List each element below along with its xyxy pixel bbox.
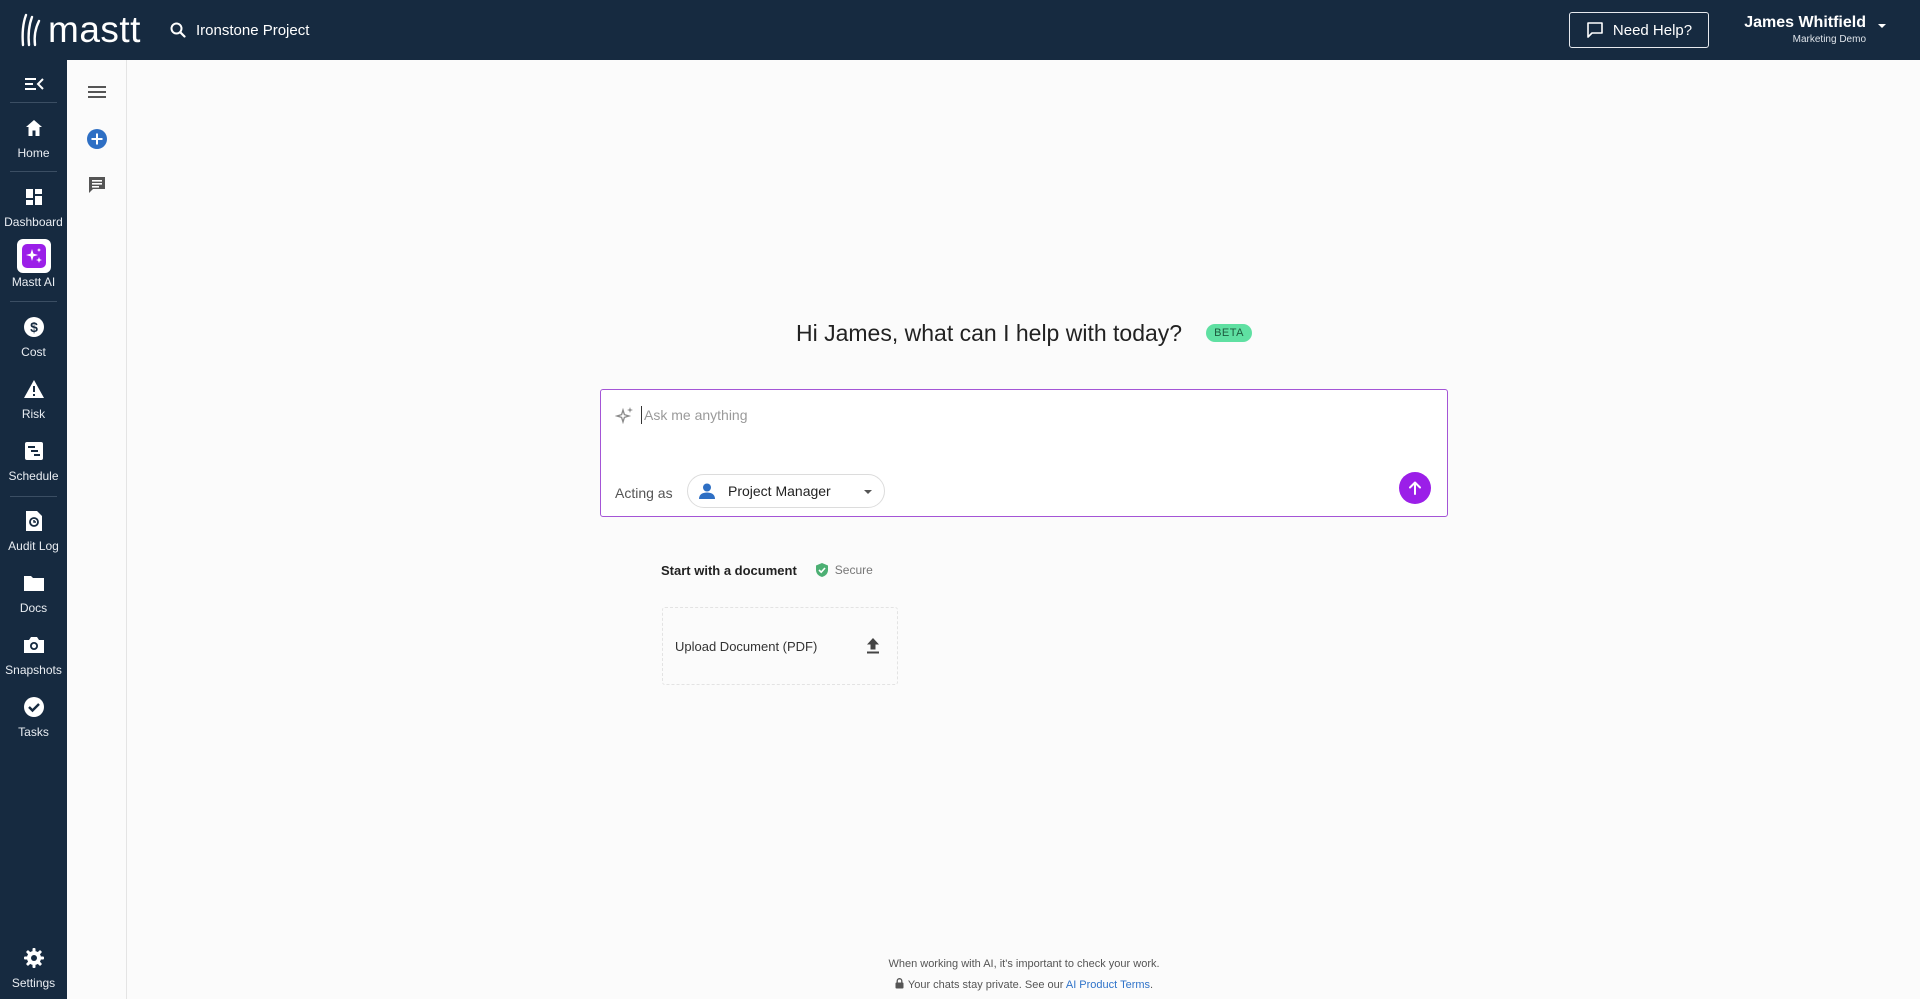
ai-disclaimer: When working with AI, it's important to … (770, 954, 1278, 996)
greeting: Hi James, what can I help with today? BE… (796, 318, 1253, 348)
chat-bubble-icon (1587, 22, 1603, 38)
secure-label: Secure (834, 563, 873, 577)
chat-input-box: Acting as Project Manager (600, 389, 1448, 517)
new-chat-button[interactable] (85, 127, 109, 151)
sidebar: Home Dashboard Mastt AI $ Cost Risk Sche… (0, 60, 67, 999)
sidebar-item-settings[interactable]: Settings (0, 941, 67, 999)
sidebar-divider (10, 171, 57, 172)
acting-as-label: Acting as (615, 485, 673, 501)
send-button[interactable] (1399, 472, 1431, 504)
arrow-up-icon (1409, 481, 1421, 495)
person-icon (699, 483, 715, 499)
chat-history-button[interactable] (85, 173, 109, 197)
privacy-line: Your chats stay private. See our AI Prod… (770, 975, 1278, 996)
top-bar: mastt Ironstone Project Need Help? James… (0, 0, 1920, 60)
sidebar-item-label: Mastt AI (11, 275, 56, 289)
upload-icon (867, 638, 879, 654)
sidebar-item-snapshots[interactable]: Snapshots (0, 628, 67, 686)
document-section-heading: Start with a document Secure (661, 562, 873, 578)
sidebar-item-tasks[interactable]: Tasks (0, 690, 67, 748)
sidebar-item-label: Cost (21, 345, 46, 359)
gear-icon (22, 946, 46, 970)
user-menu[interactable]: James Whitfield Marketing Demo (1738, 14, 1888, 48)
home-icon (22, 116, 46, 140)
sidebar-item-home[interactable]: Home (0, 111, 67, 169)
disclaimer-line: When working with AI, it's important to … (888, 958, 1160, 970)
sidebar-item-label: Schedule (8, 469, 59, 483)
svg-text:$: $ (30, 319, 38, 335)
menu-collapse-icon (25, 78, 44, 90)
sidebar-divider (10, 102, 57, 103)
dashboard-icon (22, 185, 46, 209)
check-circle-icon (22, 695, 46, 719)
need-help-label: Need Help? (1612, 21, 1693, 39)
message-icon (89, 177, 105, 193)
sparkle-icon (615, 407, 633, 424)
sidebar-item-label: Snapshots (5, 663, 62, 677)
sidebar-item-label: Tasks (18, 725, 49, 739)
sidebar-item-cost[interactable]: $ Cost (0, 310, 67, 368)
sidebar-item-label: Home (17, 146, 50, 160)
doc-heading: Start with a document (661, 562, 797, 578)
secure-indicator: Secure (815, 562, 873, 578)
sparkle-icon (16, 239, 51, 273)
sidebar-item-mastt-ai[interactable]: Mastt AI (0, 239, 67, 297)
sidebar-item-audit-log[interactable]: Audit Log (0, 504, 67, 562)
upload-document-button[interactable]: Upload Document (PDF) (662, 607, 898, 685)
need-help-button[interactable]: Need Help? (1569, 12, 1709, 48)
mastt-logo[interactable]: mastt (20, 8, 141, 52)
shield-check-icon (815, 563, 828, 577)
project-search[interactable]: Ironstone Project (170, 16, 309, 44)
sidebar-item-docs[interactable]: Docs (0, 566, 67, 624)
sidebar-divider (10, 496, 57, 497)
role-selected: Project Manager (728, 483, 831, 499)
folder-icon (22, 571, 46, 595)
logo-text: mastt (48, 9, 141, 50)
greeting-text: Hi James, what can I help with today? (796, 319, 1183, 346)
sidebar-item-risk[interactable]: Risk (0, 372, 67, 430)
search-icon (170, 22, 186, 38)
ask-input[interactable] (641, 406, 1381, 424)
sidebar-item-label: Settings (11, 976, 56, 990)
user-name: James Whitfield (1744, 14, 1866, 31)
sidebar-divider (10, 301, 57, 302)
hamburger-icon (88, 86, 106, 98)
sidebar-item-label: Docs (19, 601, 48, 615)
beta-badge: BETA (1206, 324, 1253, 342)
schedule-icon (22, 439, 46, 463)
role-select[interactable]: Project Manager (687, 474, 885, 508)
sidebar-item-dashboard[interactable]: Dashboard (0, 180, 67, 238)
sidebar-item-schedule[interactable]: Schedule (0, 434, 67, 492)
privacy-text: Your chats stay private. See our (907, 979, 1064, 991)
mastt-logo-icon (21, 13, 41, 47)
privacy-suffix: . (1150, 979, 1154, 991)
dollar-icon: $ (22, 315, 46, 339)
sidebar-item-label: Audit Log (8, 539, 59, 553)
sidebar-collapse-button[interactable] (22, 72, 46, 96)
warning-icon (22, 377, 46, 401)
ai-product-terms-link[interactable]: AI Product Terms (1066, 979, 1150, 991)
upload-label: Upload Document (PDF) (675, 639, 818, 654)
ask-row (615, 406, 1381, 424)
plus-circle-icon (87, 129, 107, 149)
chat-rail (67, 60, 127, 999)
chevron-down-icon (1878, 24, 1886, 28)
chevron-down-icon (864, 490, 872, 494)
lock-icon (895, 978, 904, 989)
audit-log-icon (22, 509, 46, 533)
user-org: Marketing Demo (1792, 34, 1866, 45)
chat-menu-button[interactable] (85, 80, 109, 104)
sidebar-item-label: Dashboard (4, 215, 63, 229)
project-name: Ironstone Project (196, 21, 310, 39)
sidebar-item-label: Risk (21, 407, 46, 421)
camera-icon (22, 633, 46, 657)
